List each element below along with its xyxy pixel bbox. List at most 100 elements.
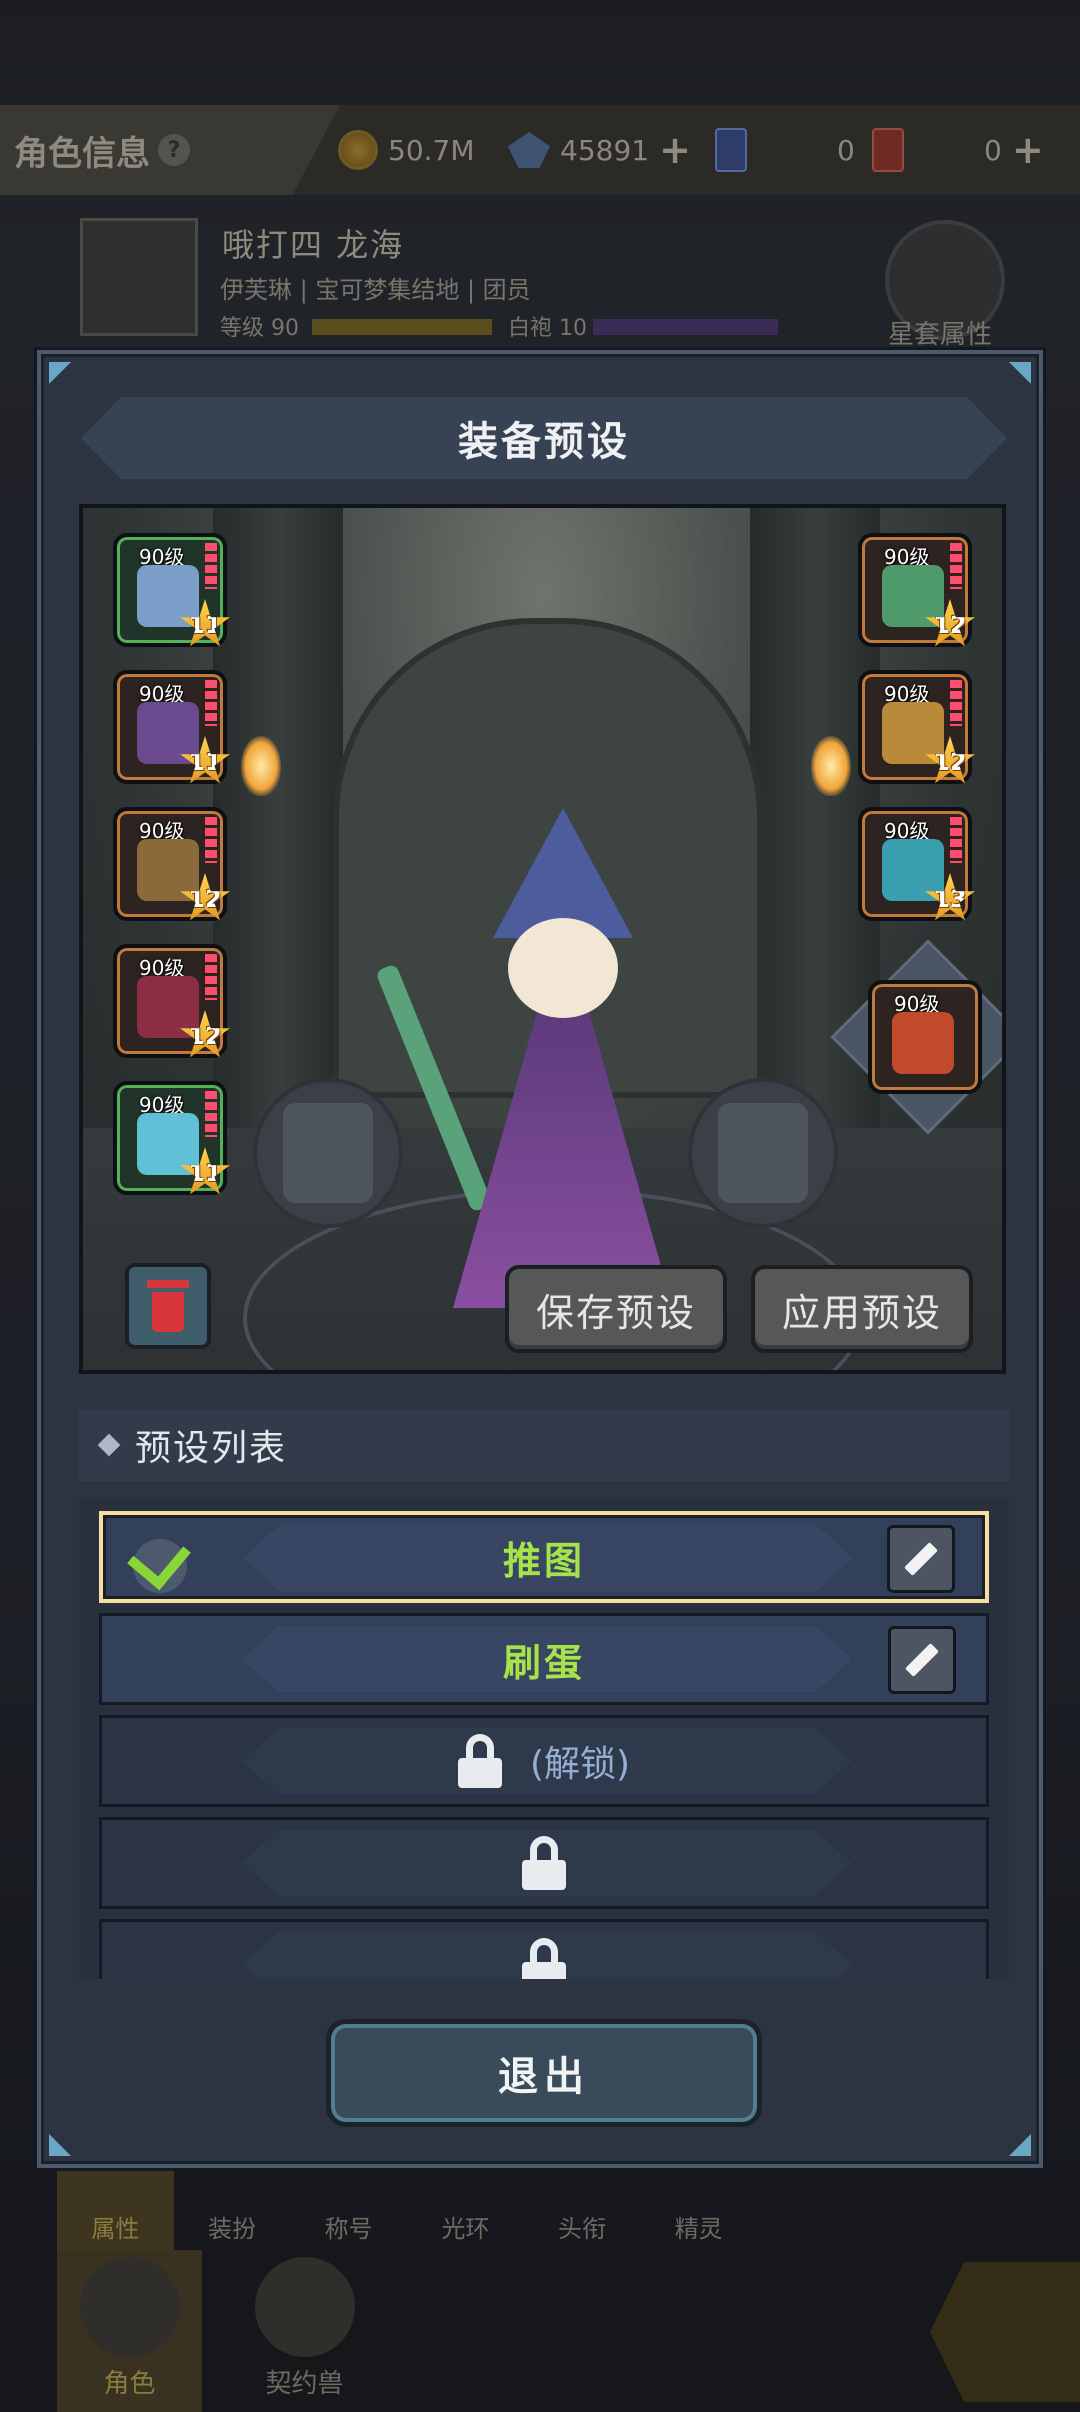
character-sprite: [375, 808, 713, 1328]
gem-value: 45891: [560, 133, 650, 167]
rarity-pips: [950, 680, 962, 726]
rarity-pips: [950, 543, 962, 589]
trash-icon: [147, 1280, 189, 1332]
equip-slot-right-3[interactable]: 90级 13: [858, 807, 975, 921]
star-set-label: 星套属性: [888, 320, 993, 350]
edit-preset-button[interactable]: [888, 1626, 956, 1694]
gem-counter: 45891 +: [508, 105, 691, 195]
red-card-icon: [872, 128, 904, 172]
blue-card-icon: [715, 128, 747, 172]
bottom-nav: 角色 契约兽: [0, 2250, 1080, 2412]
gem-icon: [508, 132, 550, 168]
exit-button[interactable]: 退出: [326, 2019, 762, 2127]
paw-icon: [254, 2257, 355, 2357]
blue-card-counter: 0: [715, 105, 855, 195]
diamond-bullet-icon: [97, 1433, 121, 1457]
preset-row-locked-5[interactable]: [99, 1919, 989, 1979]
torch-icon: [811, 736, 851, 796]
tab-spirit[interactable]: 精灵: [640, 2168, 757, 2250]
preset-name: 刷蛋: [502, 1640, 585, 1685]
preset-row-locked-3[interactable]: (解锁): [99, 1715, 989, 1807]
cloak: [453, 998, 673, 1308]
corner-decoration: [1009, 2134, 1031, 2156]
red-card-value: 0: [984, 133, 1002, 167]
preset-row-1[interactable]: 推图: [99, 1511, 989, 1603]
red-card-counter: 0 +: [872, 105, 1044, 195]
add-gems-button[interactable]: +: [659, 131, 691, 169]
tab-outfit[interactable]: 装扮: [174, 2168, 291, 2250]
selected-check-icon: [125, 1525, 195, 1595]
top-bar: 角色信息 ? 50.7M 45891 + 0 0 +: [0, 105, 1080, 195]
tab-title[interactable]: 称号: [290, 2168, 407, 2250]
lock-icon: [522, 1938, 566, 1979]
empty-pet-slot-left[interactable]: [253, 1078, 403, 1228]
blue-card-value: 0: [837, 133, 855, 167]
equip-slot-left-1[interactable]: 90级 11: [113, 533, 230, 647]
player-info: 伊芙琳 | 宝可梦集结地 | 团员: [220, 276, 531, 304]
preset-list-header: 预设列表: [79, 1409, 1009, 1481]
help-icon[interactable]: ?: [158, 134, 190, 166]
corner-decoration: [49, 2134, 71, 2156]
nav-contract-beast-label: 契约兽: [265, 2369, 344, 2399]
gold-coin-icon: [338, 130, 378, 170]
level-label: 等级 90: [220, 316, 299, 341]
corner-decoration: [49, 362, 71, 384]
torch-icon: [241, 736, 281, 796]
preset-name: 推图: [502, 1538, 585, 1583]
equip-slot-right-1[interactable]: 90级 12: [858, 533, 975, 647]
equipment-preset-dialog: 装备预设 90级 11 90级 11 90级 12 90级 12 90级 11 …: [37, 350, 1043, 2168]
pet-placeholder-icon: [718, 1103, 808, 1203]
level-progress-bar: [312, 319, 492, 335]
gold-value: 50.7M: [388, 133, 475, 167]
lock-icon: [522, 1836, 566, 1890]
equip-slot-right-4[interactable]: 90级: [868, 980, 982, 1094]
equip-slot-left-4[interactable]: 90级 12: [113, 944, 230, 1058]
unlock-label: (解锁): [529, 1744, 631, 1785]
robe-label: 白袍 10: [508, 316, 587, 341]
rarity-pips: [205, 543, 217, 589]
dialog-header: 装备预设: [81, 397, 1007, 479]
delete-preset-button[interactable]: [125, 1263, 211, 1349]
sub-tab-bar: 属性 装扮 称号 光环 头衔 精灵: [57, 2168, 757, 2250]
character-preview: 90级 11 90级 11 90级 12 90级 12 90级 11 90级 1…: [79, 504, 1006, 1374]
page-title: 角色信息: [14, 133, 150, 174]
face: [508, 918, 618, 1018]
preset-list-title: 预设列表: [135, 1428, 288, 1469]
add-red-cards-button[interactable]: +: [1012, 131, 1044, 169]
equip-slot-left-3[interactable]: 90级 12: [113, 807, 230, 921]
pencil-icon: [905, 1643, 939, 1677]
preset-row-locked-4[interactable]: [99, 1817, 989, 1909]
preset-list[interactable]: 推图 刷蛋 (解锁): [79, 1499, 1009, 1979]
rarity-pips: [950, 817, 962, 863]
rarity-pips: [205, 954, 217, 1000]
preset-row-2[interactable]: 刷蛋: [99, 1613, 989, 1705]
tab-aura[interactable]: 光环: [407, 2168, 524, 2250]
rarity-pips: [205, 817, 217, 863]
tab-attributes[interactable]: 属性: [57, 2168, 174, 2250]
corner-decoration: [1009, 362, 1031, 384]
save-preset-button[interactable]: 保存预设: [505, 1265, 727, 1353]
amulet-icon: [892, 1012, 954, 1074]
player-name: 哦打四 龙海: [222, 226, 405, 264]
apply-preset-button[interactable]: 应用预设: [751, 1265, 973, 1353]
equip-slot-left-2[interactable]: 90级 11: [113, 670, 230, 784]
nav-character-label: 角色: [103, 2369, 156, 2399]
dialog-title: 装备预设: [458, 419, 630, 465]
rarity-pips: [205, 680, 217, 726]
equip-slot-right-2[interactable]: 90级 12: [858, 670, 975, 784]
pet-placeholder-icon: [283, 1103, 373, 1203]
nav-contract-beast[interactable]: 契约兽: [232, 2250, 377, 2412]
screen: 角色信息 ? 50.7M 45891 + 0 0 + 哦打四 龙海 伊芙琳 | …: [0, 0, 1080, 2412]
nav-character[interactable]: 角色: [57, 2250, 202, 2412]
pencil-icon: [904, 1542, 938, 1576]
gold-counter: 50.7M: [338, 105, 475, 195]
edit-preset-button[interactable]: [887, 1525, 955, 1593]
tab-rank[interactable]: 头衔: [524, 2168, 641, 2250]
equip-slot-left-5[interactable]: 90级 11: [113, 1081, 230, 1195]
page-title-block: 角色信息 ?: [0, 105, 340, 195]
rarity-pips: [205, 1091, 217, 1137]
avatar: [80, 218, 198, 336]
character-nav-icon: [79, 2257, 180, 2357]
lock-icon: [457, 1734, 502, 1788]
robe-progress-bar: [593, 319, 778, 335]
